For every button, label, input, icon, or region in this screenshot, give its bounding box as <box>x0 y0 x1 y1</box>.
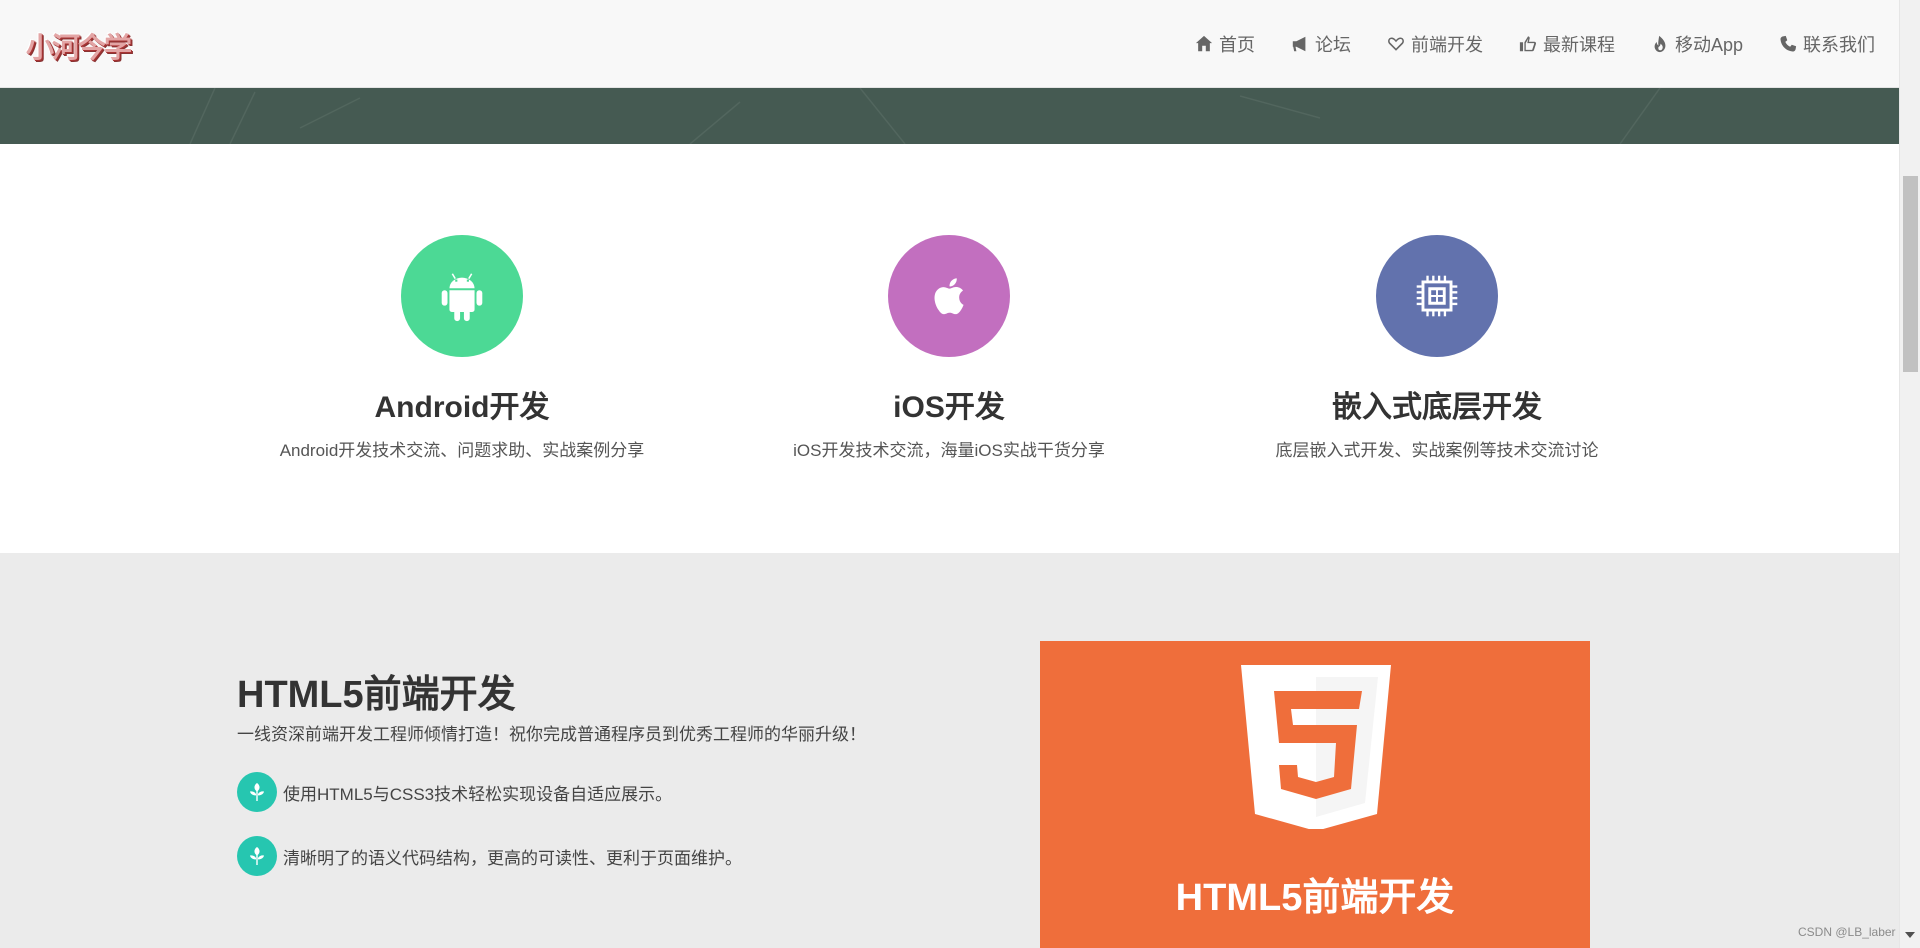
banner-texture <box>189 88 1661 144</box>
service-description: Android开发技术交流、问题求助、实战案例分享 <box>279 441 645 460</box>
page: 小河今学 首页 论坛 前端开发 最新课程 移动App 联系我们 Android开… <box>0 0 1899 948</box>
fire-icon <box>1654 35 1666 53</box>
main-nav: 首页 论坛 前端开发 最新课程 移动App 联系我们 <box>1159 0 1875 88</box>
nav-item-label: 移动App <box>1674 35 1743 55</box>
feature-item: 使用HTML5与CSS3技术轻松实现设备自适应展示。 <box>237 772 672 812</box>
section-subtitle: 一线资深前端开发工程师倾情打造！祝你完成普通程序员到优秀工程师的华丽升级！ <box>237 725 866 744</box>
nav-item-contact[interactable]: 联系我们 <box>1779 31 1875 57</box>
feature-text: 清晰明了的语义代码结构，更高的可读性、更利于页面维护。 <box>283 848 742 868</box>
nav-item-label: 最新课程 <box>1542 35 1615 55</box>
megaphone-icon <box>1292 36 1306 52</box>
service-description: iOS开发技术交流，海量iOS实战干货分享 <box>793 441 1105 460</box>
section-title: HTML5前端开发 <box>237 674 516 716</box>
chip-icon <box>1416 275 1458 317</box>
nav-item-label: 前端开发 <box>1410 35 1483 55</box>
image-caption: HTML5前端开发 <box>1175 877 1455 919</box>
apple-icon <box>934 278 964 315</box>
service-card-embedded[interactable]: 嵌入式底层开发 底层嵌入式开发、实战案例等技术交流讨论 <box>1227 235 1647 461</box>
html5-promo-image: HTML5前端开发 <box>1040 641 1590 948</box>
services-section: Android开发 Android开发技术交流、问题求助、实战案例分享 iOS开… <box>0 144 1899 553</box>
watermark: CSDN @LB_laber <box>1798 925 1896 939</box>
heart-icon <box>1388 37 1404 51</box>
thumbs-up-icon <box>1519 36 1536 52</box>
service-icon-circle <box>1376 235 1498 357</box>
html5-logo-icon <box>1241 665 1391 829</box>
scroll-down-arrow-icon[interactable] <box>1905 932 1915 938</box>
nav-item-courses[interactable]: 最新课程 <box>1519 31 1615 57</box>
nav-item-frontend[interactable]: 前端开发 <box>1387 31 1483 57</box>
service-icon-circle <box>401 235 523 357</box>
home-icon <box>1195 35 1213 52</box>
nav-item-label: 联系我们 <box>1803 35 1875 55</box>
scrollbar-thumb[interactable] <box>1903 176 1918 372</box>
service-title: Android开发 <box>374 391 550 424</box>
feature-item: 清晰明了的语义代码结构，更高的可读性、更利于页面维护。 <box>237 836 742 876</box>
android-icon <box>441 273 483 322</box>
nav-item-home[interactable]: 首页 <box>1195 31 1255 57</box>
page-scrollbar[interactable] <box>1899 0 1920 948</box>
service-card-android[interactable]: Android开发 Android开发技术交流、问题求助、实战案例分享 <box>252 235 672 461</box>
service-title: iOS开发 <box>893 391 1005 424</box>
site-logo[interactable]: 小河今学 <box>26 26 132 66</box>
nav-item-mobile-app[interactable]: 移动App <box>1651 31 1743 57</box>
navbar: 小河今学 首页 论坛 前端开发 最新课程 移动App 联系我们 <box>0 0 1899 88</box>
nav-item-label: 论坛 <box>1314 35 1351 55</box>
nav-item-forum[interactable]: 论坛 <box>1291 31 1351 57</box>
service-icon-circle <box>888 235 1010 357</box>
nav-item-label: 首页 <box>1218 35 1255 55</box>
service-title: 嵌入式底层开发 <box>1332 391 1542 424</box>
service-card-ios[interactable]: iOS开发 iOS开发技术交流，海量iOS实战干货分享 <box>739 235 1159 461</box>
phone-icon <box>1780 35 1797 52</box>
hero-banner <box>0 88 1899 144</box>
feature-text: 使用HTML5与CSS3技术轻松实现设备自适应展示。 <box>283 784 673 804</box>
leaf-icon <box>237 836 277 876</box>
service-description: 底层嵌入式开发、实战案例等技术交流讨论 <box>1275 441 1599 460</box>
leaf-icon <box>237 772 277 812</box>
html5-section: HTML5前端开发 一线资深前端开发工程师倾情打造！祝你完成普通程序员到优秀工程… <box>0 553 1899 948</box>
